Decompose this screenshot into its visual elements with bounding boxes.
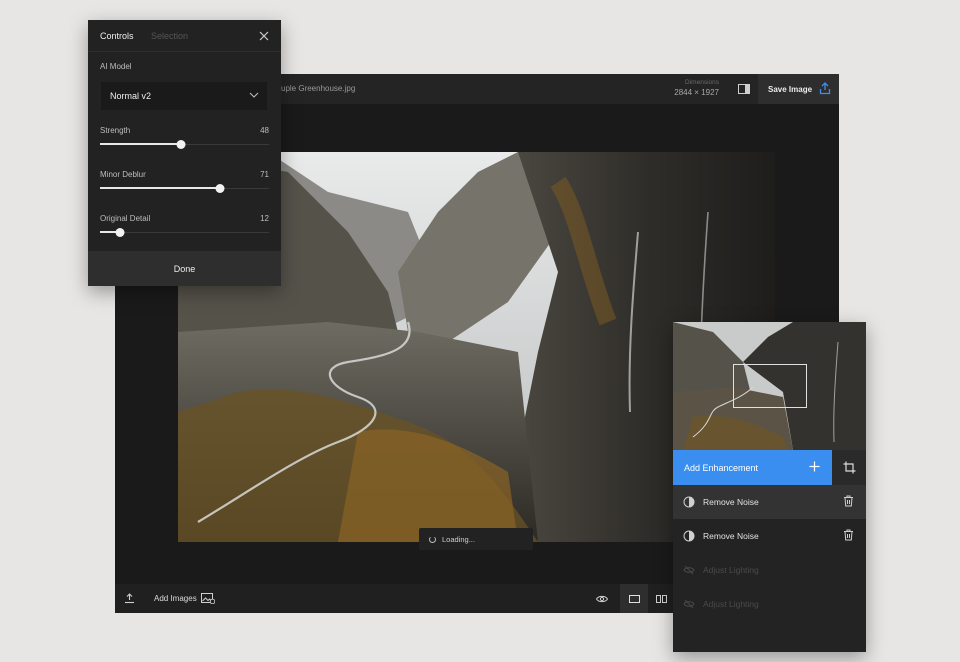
- eye-icon: [596, 595, 608, 603]
- enhancement-item-disabled[interactable]: Adjust Lighting: [673, 587, 866, 621]
- enhancement-item[interactable]: Remove Noise: [673, 485, 866, 519]
- tray-upload-icon: [124, 592, 134, 603]
- noise-icon: [683, 530, 695, 542]
- spinner-icon: [429, 535, 436, 543]
- compare-icon: [737, 84, 750, 94]
- enhancement-label: Remove Noise: [703, 497, 759, 507]
- slider-track[interactable]: [100, 232, 269, 233]
- trash-icon[interactable]: [843, 529, 854, 541]
- close-icon[interactable]: [258, 30, 270, 42]
- single-view-icon: [628, 594, 640, 603]
- enhancements-panel: Add Enhancement Remove Noise Remove Nois…: [673, 322, 866, 652]
- upload-icon: [819, 82, 831, 95]
- tab-controls[interactable]: Controls: [100, 31, 134, 41]
- plus-icon: [809, 461, 820, 472]
- slider-thumb[interactable]: [176, 140, 186, 149]
- enhancement-label: Adjust Lighting: [703, 599, 759, 609]
- split-view-icon: [655, 595, 667, 603]
- slider-label: Minor Deblur: [100, 170, 146, 179]
- trash-icon[interactable]: [843, 495, 854, 507]
- ai-model-select[interactable]: Normal v2: [101, 82, 267, 110]
- controls-header: Controls Selection: [88, 20, 281, 52]
- enhancement-label: Adjust Lighting: [703, 565, 759, 575]
- chevron-down-icon: [249, 92, 259, 98]
- slider-value: 48: [260, 126, 269, 135]
- done-button[interactable]: Done: [88, 251, 281, 286]
- single-view-button[interactable]: [620, 584, 648, 613]
- slider-fill: [100, 187, 220, 189]
- loading-text: Loading...: [442, 534, 475, 544]
- viewport-frame[interactable]: [733, 364, 807, 408]
- slider-label: Strength: [100, 126, 131, 135]
- crop-icon: [843, 461, 855, 474]
- noise-icon: [683, 496, 695, 508]
- slider-thumb[interactable]: [115, 228, 125, 237]
- ai-model-label: AI Model: [100, 62, 132, 71]
- add-enhancement-label: Add Enhancement: [684, 462, 759, 473]
- crop-button[interactable]: [832, 450, 866, 485]
- image-add-icon[interactable]: [201, 593, 215, 604]
- enhancement-item[interactable]: Remove Noise: [673, 519, 866, 553]
- split-view-button[interactable]: [651, 590, 671, 608]
- dimensions-block: Dimensions 2844 × 1927: [655, 79, 719, 97]
- controls-panel: Controls Selection AI Model Normal v2 St…: [88, 20, 281, 286]
- eye-off-icon: [683, 565, 695, 575]
- add-enhancement-button[interactable]: Add Enhancement: [673, 450, 832, 485]
- slider-thumb[interactable]: [215, 184, 225, 193]
- ai-model-value: Normal v2: [110, 91, 152, 101]
- dimensions-label: Dimensions: [685, 79, 719, 86]
- slider-label: Original Detail: [100, 214, 151, 223]
- loading-indicator: Loading...: [419, 528, 533, 550]
- slider-fill: [100, 143, 182, 145]
- enhancement-item-disabled[interactable]: Adjust Lighting: [673, 553, 866, 587]
- dimensions-value: 2844 × 1927: [674, 88, 719, 97]
- tab-selection[interactable]: Selection: [151, 31, 188, 41]
- save-image-button[interactable]: Save Image: [758, 74, 839, 104]
- strength-slider[interactable]: Strength 48: [100, 126, 269, 156]
- original-detail-slider[interactable]: Original Detail 12: [100, 214, 269, 244]
- add-images-button[interactable]: Add Images: [154, 594, 197, 603]
- save-image-label: Save Image: [768, 84, 813, 94]
- navigator-thumbnail[interactable]: [673, 322, 866, 450]
- compare-panel-button[interactable]: [730, 74, 757, 104]
- eye-off-icon: [683, 599, 695, 609]
- minor-deblur-slider[interactable]: Minor Deblur 71: [100, 170, 269, 200]
- slider-value: 12: [260, 214, 269, 223]
- preview-toggle-button[interactable]: [593, 590, 611, 608]
- enhancement-label: Remove Noise: [703, 531, 759, 541]
- file-name: uple Greenhouse.jpg: [281, 84, 356, 93]
- slider-value: 71: [260, 170, 269, 179]
- export-button[interactable]: [121, 590, 137, 606]
- done-label: Done: [173, 263, 196, 274]
